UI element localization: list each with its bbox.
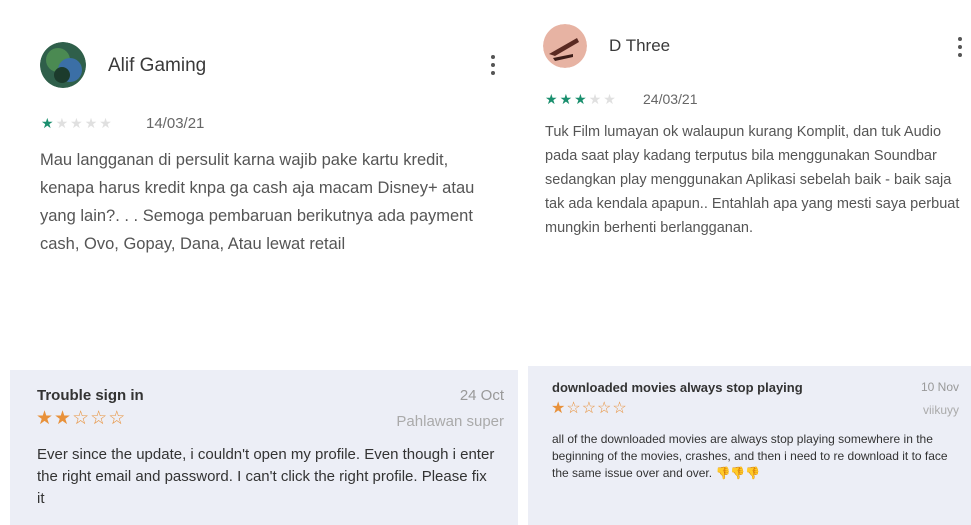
star-icon: ★ bbox=[54, 408, 72, 429]
star-icon: ★ bbox=[36, 408, 54, 429]
star-icon: ★ bbox=[603, 91, 616, 107]
star-rating: ★ ★ ☆ ☆ ☆ bbox=[36, 407, 125, 430]
appstore-review-1: Trouble sign in 24 Oct ★ ★ ☆ ☆ ☆ Pahlawa… bbox=[10, 370, 518, 525]
star-icon: ★ bbox=[99, 115, 112, 131]
star-rating: ★ ★ ★ ★ ★ bbox=[545, 92, 616, 106]
appstore-review-2: downloaded movies always stop playing 10… bbox=[528, 366, 971, 525]
review-title: Trouble sign in bbox=[37, 387, 144, 404]
review-card-2: D Three ★ ★ ★ ★ ★ 24/03/21 Tuk Film luma… bbox=[525, 0, 971, 320]
star-icon: ★ bbox=[55, 115, 69, 131]
review-card-1: Alif Gaming ★ ★ ★ ★ ★ 14/03/21 Mau langg… bbox=[0, 0, 520, 320]
star-icon: ☆ bbox=[597, 400, 612, 417]
review-date: 14/03/21 bbox=[146, 115, 205, 132]
star-rating: ★ ★ ★ ★ ★ bbox=[41, 116, 112, 130]
thumbs-down-icon: 👎👎👎 bbox=[715, 466, 761, 480]
star-icon: ★ bbox=[41, 115, 54, 131]
star-icon: ★ bbox=[574, 91, 587, 107]
review-date: 24/03/21 bbox=[643, 91, 698, 107]
avatar[interactable] bbox=[543, 24, 587, 68]
star-icon: ★ bbox=[70, 115, 83, 131]
review-text: Tuk Film lumayan ok walaupun kurang Komp… bbox=[545, 124, 960, 236]
review-author: viikuyy bbox=[922, 403, 959, 417]
star-icon: ★ bbox=[545, 91, 558, 107]
review-text: Ever since the update, i couldn't open m… bbox=[37, 446, 495, 507]
star-icon: ☆ bbox=[72, 408, 90, 429]
star-icon: ☆ bbox=[90, 408, 108, 429]
review-text: Mau langganan di persulit karna wajib pa… bbox=[40, 151, 475, 253]
star-icon: ☆ bbox=[566, 400, 581, 417]
more-options-icon[interactable] bbox=[957, 37, 963, 57]
star-icon: ☆ bbox=[108, 408, 126, 429]
review-author: Alif Gaming bbox=[108, 55, 207, 76]
star-rating: ★ ☆ ☆ ☆ ☆ bbox=[551, 398, 627, 418]
review-author: Pahlawan super bbox=[396, 413, 504, 430]
review-text: all of the downloaded movies are always … bbox=[552, 431, 962, 482]
star-icon: ☆ bbox=[612, 400, 627, 417]
more-options-icon[interactable] bbox=[490, 55, 496, 75]
star-icon: ★ bbox=[588, 91, 602, 107]
review-date: 24 Oct bbox=[459, 387, 504, 404]
review-title: downloaded movies always stop playing bbox=[552, 380, 803, 395]
review-author: D Three bbox=[609, 36, 671, 55]
star-icon: ★ bbox=[551, 400, 566, 417]
star-icon: ★ bbox=[84, 115, 98, 131]
star-icon: ★ bbox=[559, 91, 573, 107]
star-icon: ☆ bbox=[581, 400, 597, 417]
avatar[interactable] bbox=[40, 42, 86, 88]
review-date: 10 Nov bbox=[920, 380, 959, 394]
